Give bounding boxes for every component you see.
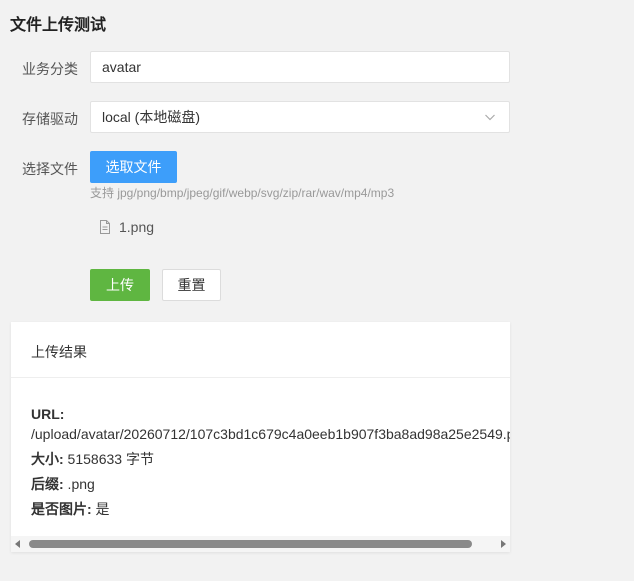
result-ext-row: 后缀: .png bbox=[31, 474, 510, 494]
result-image-value: 是 bbox=[91, 501, 110, 517]
result-url-label: URL: bbox=[31, 406, 65, 422]
result-image-row: 是否图片: 是 bbox=[31, 499, 510, 519]
chevron-down-icon bbox=[485, 114, 495, 121]
driver-select[interactable]: local (本地磁盘) bbox=[90, 101, 510, 133]
result-size-row: 大小: 5158633 字节 bbox=[31, 449, 510, 469]
scrollbar-thumb[interactable] bbox=[29, 540, 472, 548]
upload-button[interactable]: 上传 bbox=[90, 269, 150, 301]
selected-file-item: 1.png bbox=[99, 219, 154, 235]
result-size-label: 大小: bbox=[31, 451, 64, 467]
result-url-row: URL: /upload/avatar/20260712/107c3bd1c67… bbox=[31, 404, 510, 444]
result-image-label: 是否图片: bbox=[31, 501, 92, 517]
selected-file-name: 1.png bbox=[119, 219, 155, 235]
horizontal-scrollbar[interactable] bbox=[11, 536, 510, 552]
result-url-value: /upload/avatar/20260712/107c3bd1c679c4a0… bbox=[31, 426, 510, 442]
file-icon bbox=[100, 220, 110, 234]
file-label: 选择文件 bbox=[22, 161, 78, 177]
reset-button[interactable]: 重置 bbox=[162, 269, 221, 301]
driver-select-value: local (本地磁盘) bbox=[102, 109, 201, 125]
result-ext-label: 后缀: bbox=[31, 476, 64, 492]
result-card-title: 上传结果 bbox=[11, 322, 510, 378]
arrow-right-icon[interactable] bbox=[501, 540, 506, 548]
file-types-hint: 支持 jpg/png/bmp/jpeg/gif/webp/svg/zip/rar… bbox=[90, 186, 395, 200]
category-input[interactable] bbox=[90, 51, 510, 83]
result-size-value: 5158633 字节 bbox=[63, 451, 154, 467]
result-card-body: URL: /upload/avatar/20260712/107c3bd1c67… bbox=[31, 404, 510, 524]
arrow-left-icon[interactable] bbox=[15, 540, 20, 548]
page-title: 文件上传测试 bbox=[10, 17, 107, 34]
driver-label: 存储驱动 bbox=[22, 111, 78, 127]
choose-file-button[interactable]: 选取文件 bbox=[90, 151, 177, 183]
result-card: 上传结果 URL: /upload/avatar/20260712/107c3b… bbox=[11, 322, 510, 552]
result-ext-value: .png bbox=[63, 476, 95, 492]
category-label: 业务分类 bbox=[22, 61, 78, 77]
